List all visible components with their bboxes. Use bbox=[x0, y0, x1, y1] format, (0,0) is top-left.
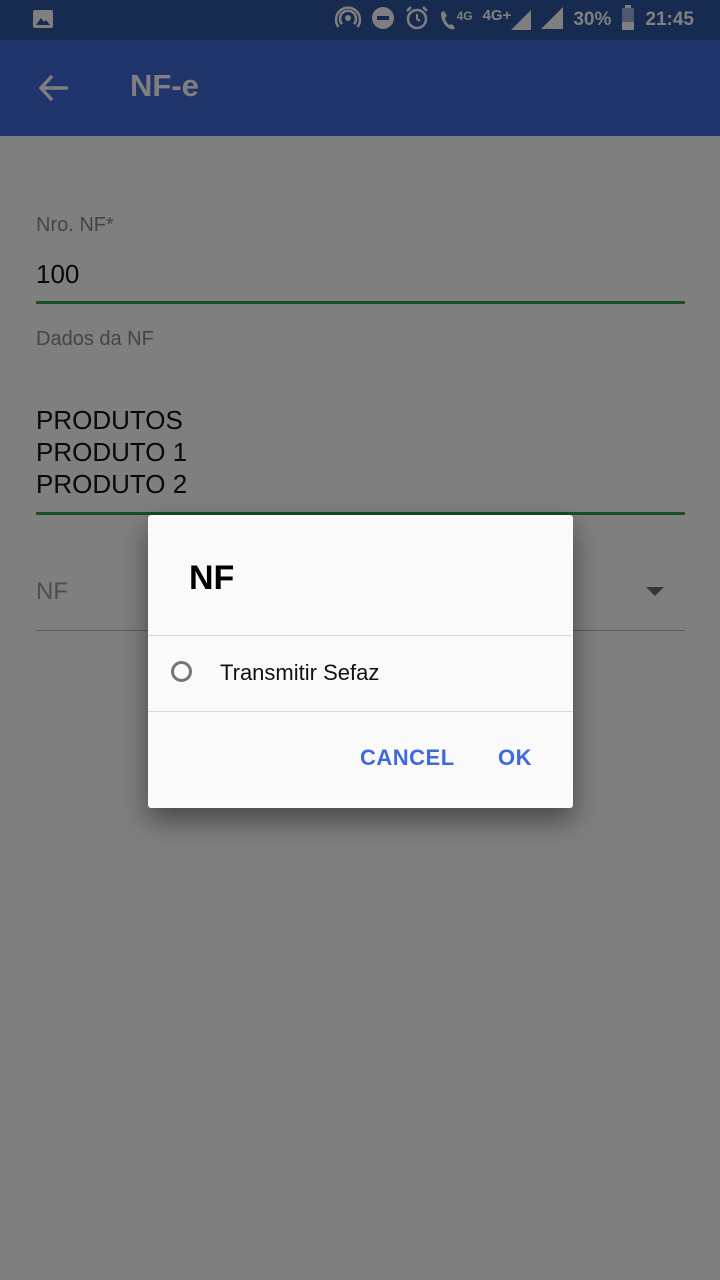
dialog-divider-bottom bbox=[148, 711, 573, 712]
option-transmitir-sefaz[interactable]: Transmitir Sefaz bbox=[148, 636, 573, 712]
dialog-title: NF bbox=[189, 559, 235, 597]
nf-dialog: NF Transmitir Sefaz CANCEL OK bbox=[148, 515, 573, 808]
radio-button[interactable] bbox=[171, 661, 192, 682]
ok-button[interactable]: OK bbox=[498, 745, 532, 771]
cancel-button[interactable]: CANCEL bbox=[360, 745, 455, 771]
option-label: Transmitir Sefaz bbox=[220, 660, 380, 685]
